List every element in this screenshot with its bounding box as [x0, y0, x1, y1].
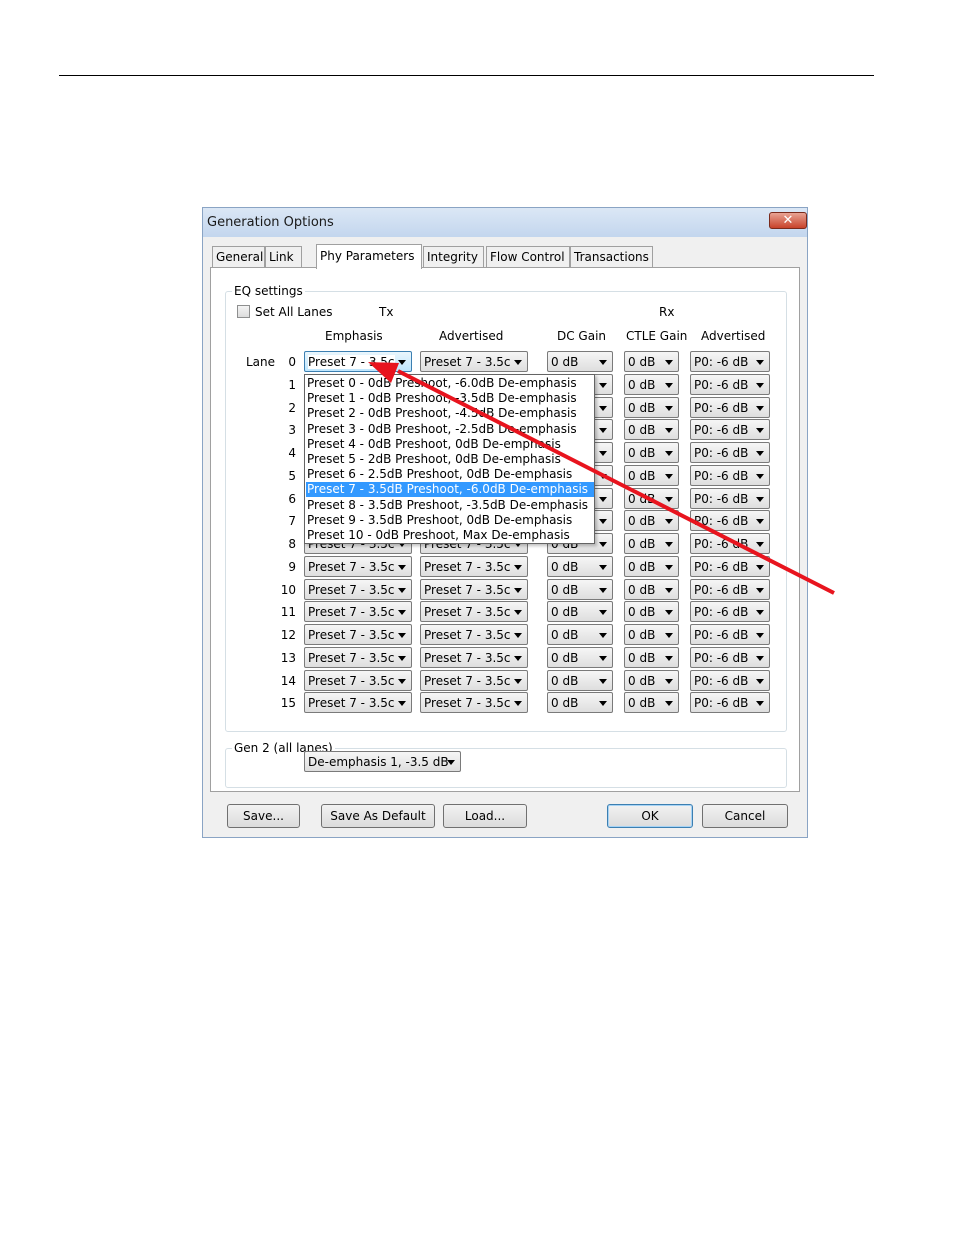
annotation-arrow-icon [368, 362, 835, 595]
